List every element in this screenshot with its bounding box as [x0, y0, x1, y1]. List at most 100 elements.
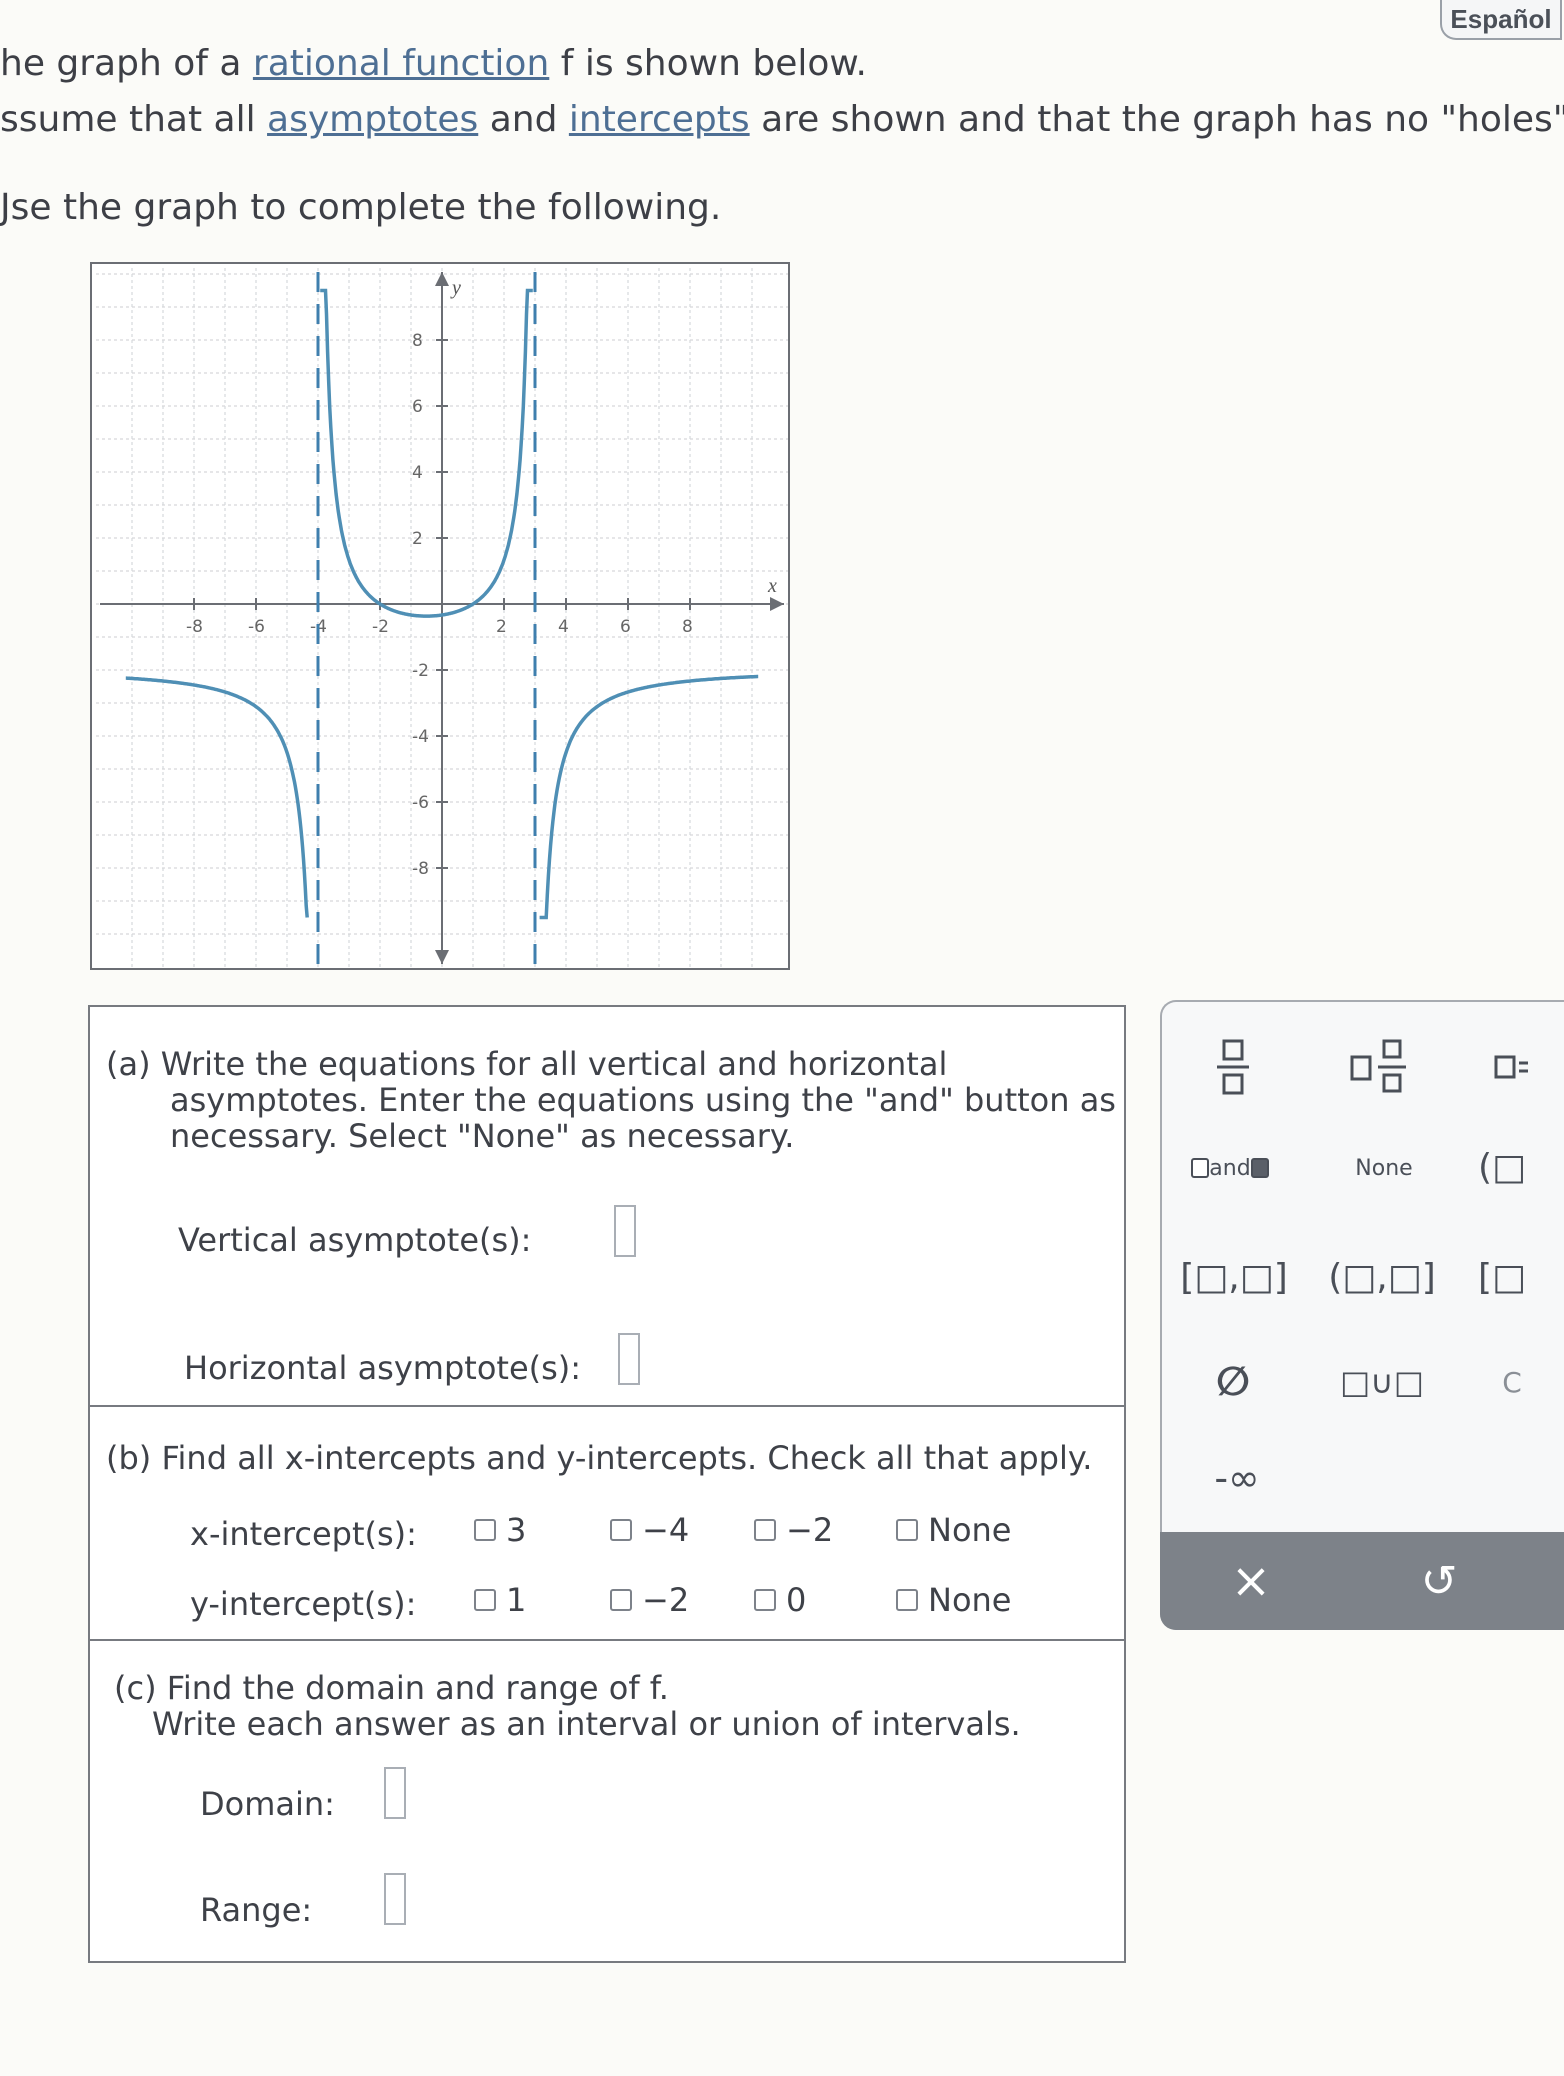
checkbox[interactable] [474, 1589, 496, 1611]
x-tick-label: 6 [620, 617, 631, 637]
y-tick-label: 6 [412, 397, 423, 417]
language-button[interactable]: Español [1440, 0, 1562, 40]
empty-set-key[interactable]: ∅ [1198, 1352, 1268, 1412]
x-tick-label: -6 [248, 617, 265, 637]
y-intercept-option-none[interactable]: None [896, 1581, 1011, 1619]
option-label: None [928, 1511, 1012, 1549]
y-intercept-option-1[interactable]: 1 [474, 1581, 526, 1619]
box-icon [1191, 1158, 1210, 1178]
y-tick-label: -4 [412, 727, 429, 747]
range-input[interactable] [384, 1873, 406, 1925]
checkbox[interactable] [474, 1519, 496, 1541]
intro-line-1: he graph of a rational function f is sho… [0, 42, 867, 86]
fraction-icon [1217, 1039, 1249, 1095]
y-tick-label: 4 [412, 463, 423, 483]
question-panel: (a) Write the equations for all vertical… [88, 1005, 1126, 1963]
option-label: −2 [642, 1581, 690, 1619]
y-tick-label: -8 [412, 859, 429, 879]
option-label: 1 [506, 1581, 527, 1619]
option-label: −2 [786, 1511, 834, 1549]
x-tick-label: -8 [186, 617, 203, 637]
intro-text: are shown and that the graph has no "hol… [749, 99, 1564, 140]
and-key[interactable]: and [1180, 1148, 1280, 1188]
equals-key[interactable] [1482, 1032, 1542, 1102]
half-open-interval-key[interactable]: (□,□] [1322, 1252, 1442, 1302]
curve-middle-branch [320, 288, 533, 618]
x-tick-label: 8 [682, 617, 693, 637]
part-a-prompt-1: (a) Write the equations for all vertical… [106, 1045, 948, 1083]
checkbox[interactable] [754, 1589, 776, 1611]
checkbox[interactable] [610, 1589, 632, 1611]
mixed-number-key[interactable] [1338, 1032, 1424, 1102]
union-key[interactable]: □∪□ [1322, 1352, 1442, 1412]
checkbox[interactable] [610, 1519, 632, 1541]
y-tick-label: 2 [412, 529, 423, 549]
intro-text: and [478, 99, 569, 140]
undo-key[interactable]: ↺ [1404, 1546, 1474, 1616]
part-a-prompt-2: asymptotes. Enter the equations using th… [170, 1081, 1116, 1119]
x-tick-label: 2 [496, 617, 507, 637]
graph-canvas: xy-8-6-4-224688642-2-4-6-8 [96, 268, 788, 968]
intro-text: f is shown below. [549, 43, 867, 84]
part-a-prompt-3: necessary. Select "None" as necessary. [170, 1117, 795, 1155]
intro-line-2: ssume that all asymptotes and intercepts… [0, 98, 1564, 142]
checkbox[interactable] [896, 1589, 918, 1611]
part-b-prompt: (b) Find all x-intercepts and y-intercep… [106, 1439, 1093, 1477]
none-key[interactable]: None [1334, 1148, 1434, 1188]
option-label: 3 [506, 1511, 527, 1549]
clear-key[interactable]: × [1216, 1546, 1286, 1616]
keypad-action-bar: × ↺ [1160, 1532, 1564, 1630]
x-tick-label: -2 [372, 617, 389, 637]
closed-interval-key[interactable]: [□,□] [1174, 1252, 1294, 1302]
vertical-asymptote-input[interactable] [614, 1205, 636, 1257]
asymptotes-link[interactable]: asymptotes [267, 99, 478, 140]
option-label: −4 [642, 1511, 690, 1549]
y-axis-arrow [435, 950, 449, 964]
section-divider [90, 1639, 1124, 1641]
range-label: Range: [200, 1891, 313, 1929]
horizontal-asymptote-label: Horizontal asymptote(s): [184, 1349, 582, 1387]
negative-infinity-key[interactable]: -∞ [1192, 1448, 1282, 1508]
x-axis-arrow [770, 597, 784, 611]
option-label: 0 [786, 1581, 807, 1619]
horizontal-asymptote-input[interactable] [618, 1333, 640, 1385]
domain-label: Domain: [200, 1785, 335, 1823]
x-intercept-option-neg2[interactable]: −2 [754, 1511, 833, 1549]
domain-input[interactable] [384, 1767, 406, 1819]
open-interval-key[interactable]: (□ [1462, 1142, 1542, 1192]
mixed-number-icon [1350, 1039, 1406, 1093]
x-tick-label: 4 [558, 617, 569, 637]
and-key-label: and [1209, 1155, 1251, 1181]
curve-right-branch [539, 674, 759, 920]
y-axis-label: y [450, 277, 461, 299]
intro-text: ssume that all [0, 99, 268, 140]
intro-text: he graph of a [0, 43, 253, 84]
option-label: None [928, 1581, 1012, 1619]
intro-line-3: Jse the graph to complete the following. [0, 187, 722, 228]
closed-open-interval-key[interactable]: [□ [1462, 1252, 1542, 1302]
y-tick-label: 8 [412, 331, 423, 351]
intercepts-link[interactable]: intercepts [569, 99, 750, 140]
x-intercept-option-none[interactable]: None [896, 1511, 1011, 1549]
x-intercept-option-neg4[interactable]: −4 [610, 1511, 689, 1549]
rational-function-link[interactable]: rational function [253, 43, 549, 84]
checkbox[interactable] [896, 1519, 918, 1541]
checkbox[interactable] [754, 1519, 776, 1541]
x-axis-label: x [767, 575, 777, 597]
y-intercept-label: y-intercept(s): [190, 1585, 417, 1623]
x-intercept-label: x-intercept(s): [190, 1515, 417, 1553]
y-tick-label: -2 [412, 661, 429, 681]
fraction-key[interactable] [1198, 1032, 1268, 1102]
y-intercept-option-neg2[interactable]: −2 [610, 1581, 689, 1619]
part-c-prompt-1: (c) Find the domain and range of f. [114, 1669, 669, 1707]
section-divider [90, 1405, 1124, 1407]
y-intercept-option-0[interactable]: 0 [754, 1581, 806, 1619]
rational-function-graph: xy-8-6-4-224688642-2-4-6-8 [90, 262, 790, 970]
box-icon [1250, 1158, 1269, 1178]
curve-left-branch [125, 676, 309, 918]
box-equals-icon [1494, 1055, 1528, 1079]
part-c-prompt-2: Write each answer as an interval or unio… [152, 1705, 1021, 1743]
x-intercept-option-3[interactable]: 3 [474, 1511, 526, 1549]
partial-key[interactable]: C [1482, 1352, 1542, 1412]
y-tick-label: -6 [412, 793, 429, 813]
